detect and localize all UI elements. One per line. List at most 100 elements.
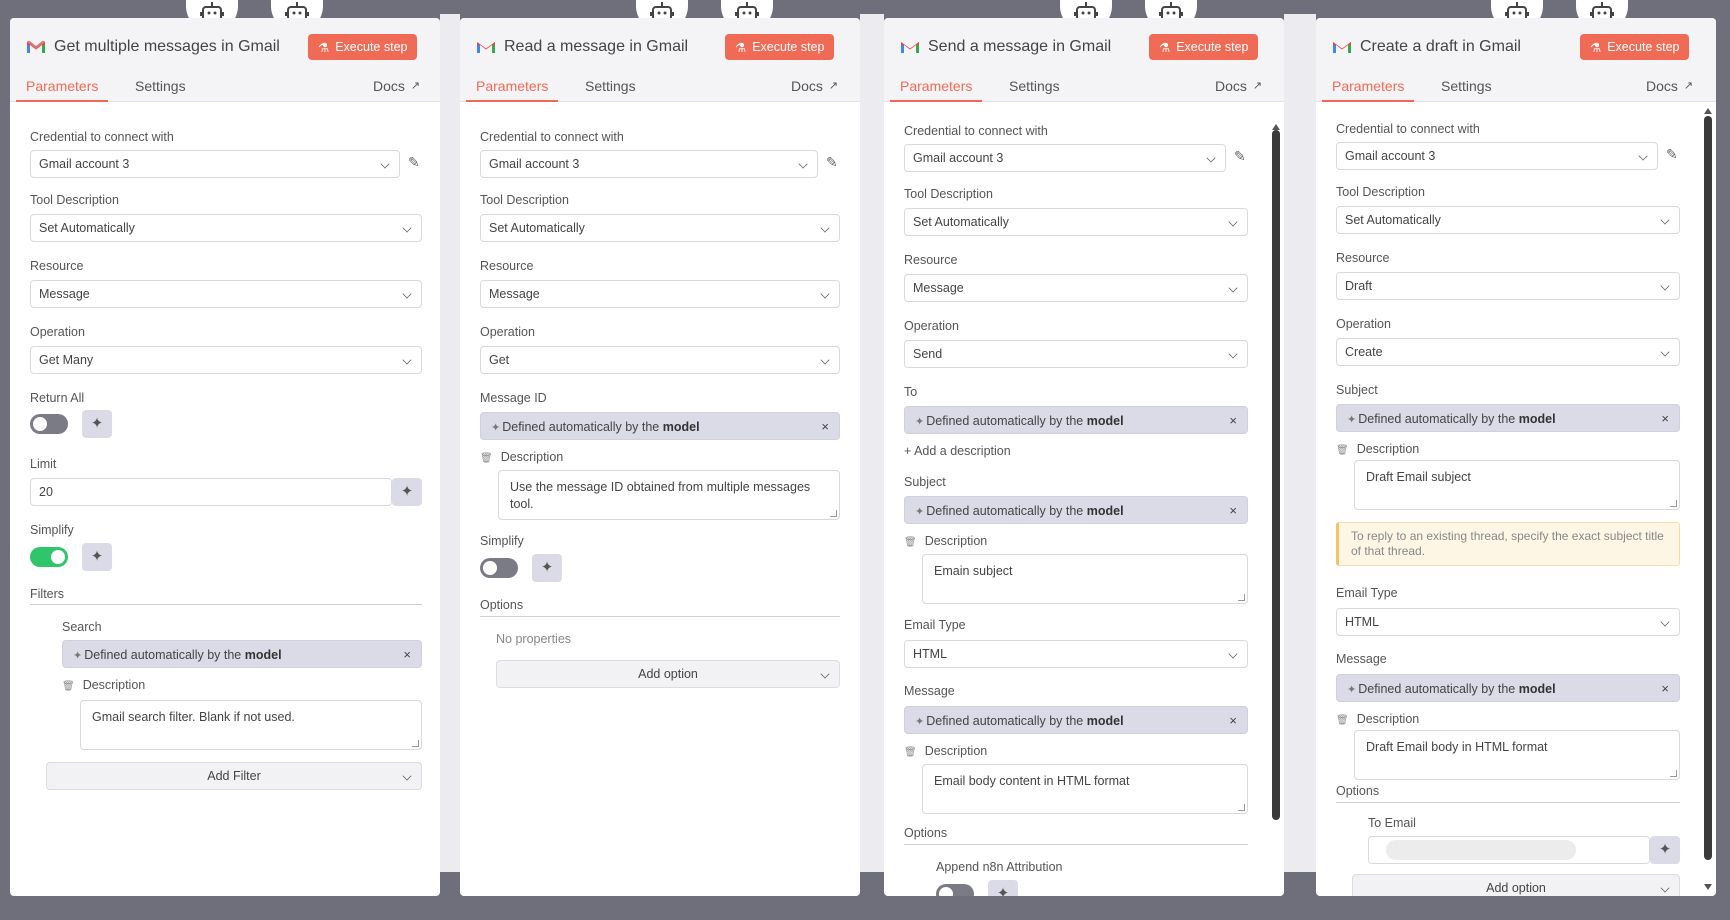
- execute-step-button[interactable]: ⚗ Execute step: [308, 34, 418, 60]
- docs-link[interactable]: Docs ↗: [1215, 76, 1262, 96]
- simplify-toggle[interactable]: [30, 547, 68, 567]
- add-option-button[interactable]: Add option: [1352, 874, 1680, 896]
- docs-link[interactable]: Docs ↗: [791, 76, 838, 96]
- credential-select[interactable]: Gmail account 3: [1336, 142, 1658, 170]
- resource-select[interactable]: Message: [904, 274, 1248, 302]
- pencil-icon[interactable]: ✎: [1666, 146, 1680, 162]
- add-option-button[interactable]: Add option: [496, 660, 840, 688]
- divider: [1336, 802, 1680, 803]
- subject-chip[interactable]: ✦ Defined automatically by the model ×: [904, 496, 1248, 524]
- close-icon[interactable]: ×: [1229, 707, 1237, 735]
- add-description-link[interactable]: + Add a description: [904, 444, 1011, 458]
- message-chip[interactable]: ✦ Defined automatically by the model ×: [904, 706, 1248, 734]
- tool-description-select[interactable]: Set Automatically: [480, 214, 840, 242]
- operation-select[interactable]: Create: [1336, 338, 1680, 366]
- sparkle-icon[interactable]: ✦: [1650, 836, 1680, 864]
- credential-select[interactable]: Gmail account 3: [480, 150, 818, 178]
- chip-text: Defined automatically by the: [926, 414, 1087, 428]
- scroll-down-arrow[interactable]: [1704, 884, 1712, 890]
- subject-description-text: Emain subject: [934, 564, 1013, 578]
- append-attribution-toggle[interactable]: [936, 884, 974, 896]
- trash-icon[interactable]: 🗑: [480, 453, 493, 464]
- tab-settings[interactable]: Settings: [135, 76, 186, 102]
- resource-select[interactable]: Draft: [1336, 272, 1680, 300]
- trash-icon[interactable]: 🗑: [1336, 445, 1349, 456]
- message-id-label: Message ID: [480, 391, 547, 405]
- trash-icon[interactable]: 🗑: [904, 747, 917, 758]
- subject-description-input[interactable]: Draft Email subject: [1354, 460, 1680, 510]
- execute-step-button[interactable]: ⚗ Execute step: [1149, 34, 1259, 60]
- simplify-toggle[interactable]: [480, 558, 518, 578]
- resource-select[interactable]: Message: [30, 280, 422, 308]
- message-chip[interactable]: ✦ Defined automatically by the model ×: [1336, 674, 1680, 702]
- tab-parameters[interactable]: Parameters: [890, 76, 983, 102]
- scroll-up-arrow[interactable]: [1704, 108, 1712, 114]
- to-chip[interactable]: ✦ Defined automatically by the model ×: [904, 406, 1248, 434]
- node-panel-read-message: Read a message in Gmail ⚗ Execute step P…: [460, 18, 860, 896]
- message-description-input[interactable]: Draft Email body in HTML format: [1354, 730, 1680, 780]
- subject-description-input[interactable]: Emain subject: [922, 554, 1248, 604]
- execute-step-button[interactable]: ⚗ Execute step: [1580, 34, 1690, 60]
- return-all-toggle[interactable]: [30, 414, 68, 434]
- docs-link[interactable]: Docs ↗: [1646, 76, 1693, 96]
- credential-select[interactable]: Gmail account 3: [904, 144, 1226, 172]
- scrollbar[interactable]: [1704, 116, 1712, 860]
- tab-settings[interactable]: Settings: [1009, 76, 1060, 102]
- gmail-icon: [477, 42, 495, 53]
- credential-label: Credential to connect with: [480, 130, 624, 144]
- message-id-chip[interactable]: ✦ Defined automatically by the model ×: [480, 412, 840, 440]
- tab-parameters[interactable]: Parameters: [1322, 76, 1415, 102]
- pencil-icon[interactable]: ✎: [826, 154, 840, 170]
- description-label-text: Description: [500, 450, 564, 464]
- docs-link[interactable]: Docs ↗: [373, 76, 420, 96]
- limit-input[interactable]: 20: [30, 478, 392, 506]
- close-icon[interactable]: ×: [1229, 407, 1237, 435]
- add-option-label: Add option: [1486, 881, 1546, 895]
- tool-description-select[interactable]: Set Automatically: [904, 208, 1248, 236]
- redacted-email: [1386, 840, 1576, 860]
- operation-select[interactable]: Get Many: [30, 346, 422, 374]
- email-type-select[interactable]: HTML: [1336, 608, 1680, 636]
- canvas-gap: [440, 14, 460, 874]
- close-icon[interactable]: ×: [403, 641, 411, 669]
- trash-icon[interactable]: 🗑: [904, 537, 917, 548]
- resource-label: Resource: [1336, 251, 1390, 265]
- pencil-icon[interactable]: ✎: [1234, 148, 1248, 164]
- sparkle-icon[interactable]: ✦: [532, 554, 562, 582]
- message-id-description-input[interactable]: Use the message ID obtained from multipl…: [498, 470, 840, 520]
- message-description-input[interactable]: Email body content in HTML format: [922, 764, 1248, 814]
- trash-icon[interactable]: 🗑: [62, 681, 75, 692]
- sparkle-icon[interactable]: ✦: [988, 880, 1018, 896]
- scrollbar[interactable]: [1272, 130, 1280, 820]
- resource-select[interactable]: Message: [480, 280, 840, 308]
- tool-description-select[interactable]: Set Automatically: [1336, 206, 1680, 234]
- scroll-up-arrow[interactable]: [1272, 124, 1280, 130]
- email-type-select[interactable]: HTML: [904, 640, 1248, 668]
- add-filter-button[interactable]: Add Filter: [46, 762, 422, 790]
- tab-parameters[interactable]: Parameters: [16, 76, 109, 102]
- canvas-top: [0, 0, 1730, 14]
- message-description-label: 🗑 Description: [904, 744, 987, 758]
- tab-settings[interactable]: Settings: [585, 76, 636, 102]
- tab-settings[interactable]: Settings: [1441, 76, 1492, 102]
- close-icon[interactable]: ×: [1229, 497, 1237, 525]
- search-description-input[interactable]: Gmail search filter. Blank if not used.: [80, 700, 422, 750]
- sparkle-icon[interactable]: ✦: [392, 478, 422, 506]
- subject-chip[interactable]: ✦ Defined automatically by the model ×: [1336, 404, 1680, 432]
- tool-description-select[interactable]: Set Automatically: [30, 214, 422, 242]
- flask-icon: ⚗: [318, 40, 330, 55]
- sparkle-icon[interactable]: ✦: [82, 410, 112, 438]
- execute-step-button[interactable]: ⚗ Execute step: [725, 34, 835, 60]
- pencil-icon[interactable]: ✎: [408, 154, 422, 170]
- operation-select[interactable]: Send: [904, 340, 1248, 368]
- trash-icon[interactable]: 🗑: [1336, 715, 1349, 726]
- close-icon[interactable]: ×: [1661, 405, 1669, 433]
- node-panel-create-draft: Create a draft in Gmail ⚗ Execute step P…: [1316, 18, 1716, 896]
- sparkle-icon[interactable]: ✦: [82, 543, 112, 571]
- tab-parameters[interactable]: Parameters: [466, 76, 559, 102]
- operation-select[interactable]: Get: [480, 346, 840, 374]
- close-icon[interactable]: ×: [821, 413, 829, 441]
- credential-select[interactable]: Gmail account 3: [30, 150, 400, 178]
- search-chip[interactable]: ✦ Defined automatically by the model ×: [62, 640, 422, 668]
- close-icon[interactable]: ×: [1661, 675, 1669, 703]
